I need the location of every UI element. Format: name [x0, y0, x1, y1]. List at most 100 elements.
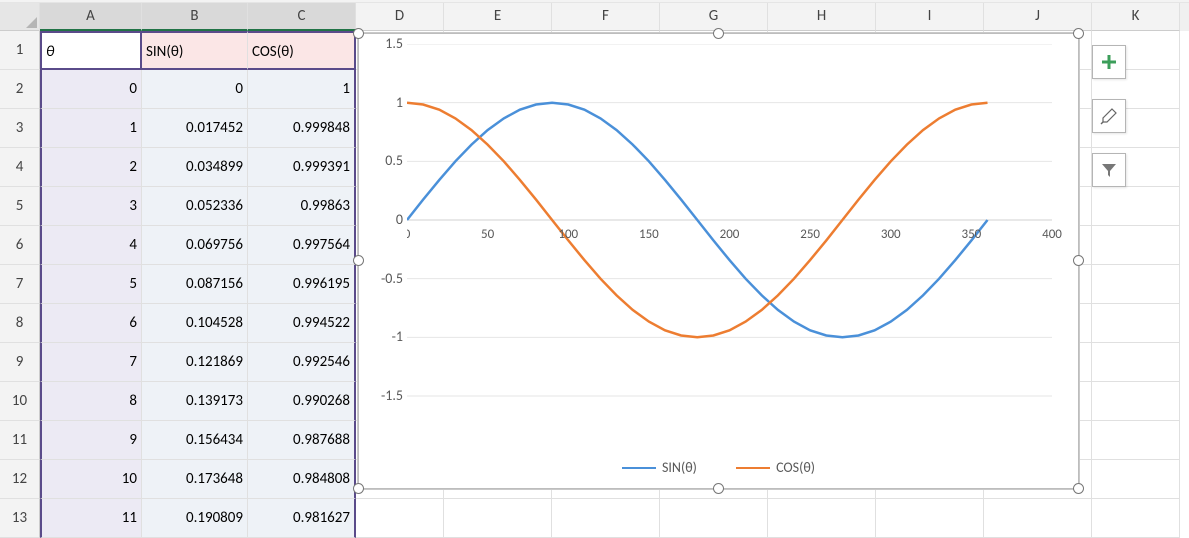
- row-header-9[interactable]: 9: [0, 343, 40, 382]
- cell-A10[interactable]: 8: [40, 382, 142, 421]
- chart-styles-button[interactable]: [1092, 99, 1126, 133]
- chart-object[interactable]: 050100150200250300350400 SIN(θ) COS(θ) -…: [358, 33, 1079, 489]
- chart-elements-button[interactable]: [1092, 45, 1126, 79]
- col-header-F[interactable]: F: [552, 3, 660, 31]
- cell-I13[interactable]: [876, 499, 984, 538]
- chart-handle[interactable]: [713, 28, 724, 39]
- cell-H13[interactable]: [768, 499, 876, 538]
- cell-A8[interactable]: 6: [40, 304, 142, 343]
- cell-E13[interactable]: [444, 499, 552, 538]
- row-header-7[interactable]: 7: [0, 265, 40, 304]
- row-header-2[interactable]: 2: [0, 70, 40, 109]
- cell-C8[interactable]: 0.994522: [248, 304, 356, 343]
- cell-K7[interactable]: [1092, 265, 1180, 304]
- legend-item-sin[interactable]: SIN(θ): [622, 459, 697, 476]
- cell-K13[interactable]: [1092, 499, 1180, 538]
- cell-K9[interactable]: [1092, 343, 1180, 382]
- cell-K6[interactable]: [1092, 226, 1180, 265]
- chart-handle[interactable]: [353, 28, 364, 39]
- cell-K10[interactable]: [1092, 382, 1180, 421]
- col-header-K[interactable]: K: [1092, 3, 1180, 31]
- cell-A2[interactable]: 0: [40, 70, 142, 109]
- cell-C6[interactable]: 0.997564: [248, 226, 356, 265]
- col-header-B[interactable]: B: [142, 3, 248, 31]
- col-header-C[interactable]: C: [248, 3, 356, 31]
- col-header-H[interactable]: H: [768, 3, 876, 31]
- cell-B11[interactable]: 0.156434: [142, 421, 248, 460]
- cell-C10[interactable]: 0.990268: [248, 382, 356, 421]
- chart-handle[interactable]: [353, 255, 364, 266]
- chart-legend[interactable]: SIN(θ) COS(θ): [359, 456, 1078, 477]
- cell-B6[interactable]: 0.069756: [142, 226, 248, 265]
- chart-handle[interactable]: [1073, 483, 1084, 494]
- cell-A11[interactable]: 9: [40, 421, 142, 460]
- row-header-6[interactable]: 6: [0, 226, 40, 265]
- cell-A6[interactable]: 4: [40, 226, 142, 265]
- cell-C4[interactable]: 0.999391: [248, 148, 356, 187]
- col-header-E[interactable]: E: [444, 3, 552, 31]
- cell-B9[interactable]: 0.121869: [142, 343, 248, 382]
- cell-C5[interactable]: 0.99863: [248, 187, 356, 226]
- yaxis-tick-label: 1.5: [367, 35, 403, 52]
- cell-A7[interactable]: 5: [40, 265, 142, 304]
- legend-item-cos[interactable]: COS(θ): [736, 459, 815, 476]
- cell-B3[interactable]: 0.017452: [142, 109, 248, 148]
- cell-B10[interactable]: 0.139173: [142, 382, 248, 421]
- cell-B4[interactable]: 0.034899: [142, 148, 248, 187]
- cell-C11[interactable]: 0.987688: [248, 421, 356, 460]
- chart-filter-button[interactable]: [1092, 153, 1126, 187]
- cell-B7[interactable]: 0.087156: [142, 265, 248, 304]
- col-header-D[interactable]: D: [356, 3, 444, 31]
- chart-handle[interactable]: [1073, 28, 1084, 39]
- cell-B5[interactable]: 0.052336: [142, 187, 248, 226]
- row-header-4[interactable]: 4: [0, 148, 40, 187]
- cell-J13[interactable]: [984, 499, 1092, 538]
- cell-A13[interactable]: 11: [40, 499, 142, 538]
- cell-A12[interactable]: 10: [40, 460, 142, 499]
- cell-K12[interactable]: [1092, 460, 1180, 499]
- cell-B2[interactable]: 0: [142, 70, 248, 109]
- chart-handle[interactable]: [353, 483, 364, 494]
- cell-C1[interactable]: COS(θ): [248, 31, 356, 70]
- cell-A4[interactable]: 2: [40, 148, 142, 187]
- cell-A1[interactable]: θ: [40, 31, 142, 70]
- row-header-11[interactable]: 11: [0, 421, 40, 460]
- cell-K8[interactable]: [1092, 304, 1180, 343]
- row-header-5[interactable]: 5: [0, 187, 40, 226]
- chart-plot-area[interactable]: 050100150200250300350400: [407, 44, 1062, 424]
- chart-side-buttons: [1092, 45, 1126, 207]
- chart-handle[interactable]: [713, 483, 724, 494]
- col-header-J[interactable]: J: [984, 3, 1092, 31]
- row-header-8[interactable]: 8: [0, 304, 40, 343]
- svg-text:300: 300: [881, 227, 901, 242]
- cell-F13[interactable]: [552, 499, 660, 538]
- cell-B8[interactable]: 0.104528: [142, 304, 248, 343]
- cell-D13[interactable]: [356, 499, 444, 538]
- cell-K11[interactable]: [1092, 421, 1180, 460]
- col-header-I[interactable]: I: [876, 3, 984, 31]
- col-header-G[interactable]: G: [660, 3, 768, 31]
- cell-C2[interactable]: 1: [248, 70, 356, 109]
- select-all-corner[interactable]: [0, 3, 40, 31]
- row-header-3[interactable]: 3: [0, 109, 40, 148]
- col-header-A[interactable]: A: [40, 3, 142, 31]
- cell-A5[interactable]: 3: [40, 187, 142, 226]
- chart-handle[interactable]: [1073, 255, 1084, 266]
- cell-C13[interactable]: 0.981627: [248, 499, 356, 538]
- row-header-10[interactable]: 10: [0, 382, 40, 421]
- cell-C3[interactable]: 0.999848: [248, 109, 356, 148]
- cell-B12[interactable]: 0.173648: [142, 460, 248, 499]
- cell-A9[interactable]: 7: [40, 343, 142, 382]
- row-header-13[interactable]: 13: [0, 499, 40, 538]
- yaxis-tick-label: -0.5: [367, 270, 403, 287]
- cell-G13[interactable]: [660, 499, 768, 538]
- svg-text:250: 250: [800, 227, 820, 242]
- cell-C7[interactable]: 0.996195: [248, 265, 356, 304]
- cell-C9[interactable]: 0.992546: [248, 343, 356, 382]
- cell-C12[interactable]: 0.984808: [248, 460, 356, 499]
- cell-B1[interactable]: SIN(θ): [142, 31, 248, 70]
- cell-B13[interactable]: 0.190809: [142, 499, 248, 538]
- cell-A3[interactable]: 1: [40, 109, 142, 148]
- row-header-12[interactable]: 12: [0, 460, 40, 499]
- row-header-1[interactable]: 1: [0, 31, 40, 70]
